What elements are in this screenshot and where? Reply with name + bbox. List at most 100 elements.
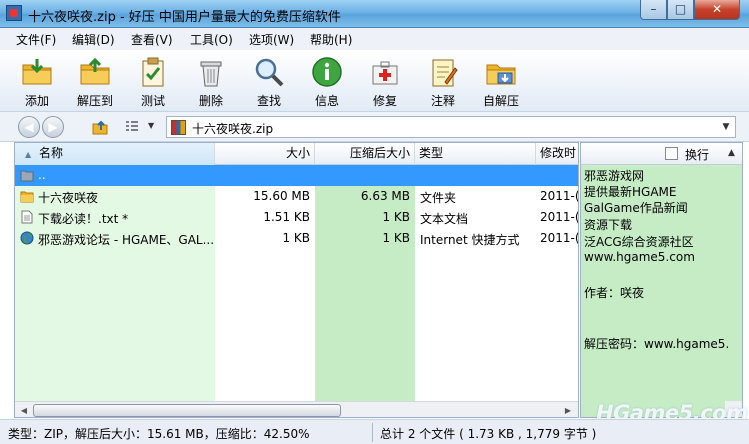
file-size: 1 KB — [282, 231, 310, 245]
menu-bar: 文件(F) 编辑(D) 查看(V) 工具(O) 选项(W) 帮助(H) — [0, 28, 749, 50]
notepad-icon — [432, 59, 458, 87]
info-label: 信息 — [314, 94, 339, 108]
toolbar: 添加 解压到 测试 删除 查找 信息 修复 注释 自解压 — [0, 50, 749, 112]
status-totals: 总计 2 个文件 ( 1.73 KB , 1,779 字节 ) — [380, 427, 597, 441]
trash-icon — [200, 61, 222, 87]
find-label: 查找 — [256, 94, 281, 108]
file-type: 文本文档 — [420, 212, 469, 226]
comment-line: www.hgame5.com — [584, 250, 695, 264]
column-header-packed[interactable]: 压缩后大小 — [315, 143, 415, 165]
status-divider — [372, 423, 373, 442]
zip-archive-icon — [171, 120, 186, 135]
address-field[interactable]: 十六夜咲夜.zip ▼ — [166, 116, 736, 138]
folder-icon — [20, 191, 34, 203]
scroll-right-icon[interactable]: ▶ — [560, 403, 576, 417]
collapse-arrow-icon[interactable]: ▲ — [728, 148, 735, 158]
menu-help[interactable]: 帮助(H) — [310, 31, 352, 48]
list-header: ▲ 名称 大小 压缩后大小 类型 修改时 — [15, 143, 578, 165]
menu-edit[interactable]: 编辑(D) — [72, 31, 115, 48]
haozip-app-icon — [6, 5, 22, 21]
add-button[interactable]: 添加 — [14, 54, 60, 110]
file-name: 十六夜咲夜 — [38, 191, 99, 205]
wrap-label: 换行 — [685, 148, 710, 162]
repair-label: 修复 — [372, 94, 397, 108]
find-button[interactable]: 查找 — [246, 54, 292, 110]
comment-line: 解压密码：www.hgame5. — [584, 337, 730, 351]
extract-to-button[interactable]: 解压到 — [72, 54, 118, 110]
menu-view[interactable]: 查看(V) — [131, 31, 173, 48]
close-button[interactable]: ✕ — [694, 0, 740, 20]
comment-line: GalGame作品新闻 — [584, 201, 688, 215]
file-size: 15.60 MB — [253, 189, 310, 203]
file-type: Internet 快捷方式 — [420, 233, 520, 247]
window-title: 十六夜咲夜.zip - 好压 中国用户量最大的免费压缩软件 — [28, 10, 341, 25]
column-header-size[interactable]: 大小 — [215, 143, 315, 165]
back-button[interactable]: ◀ — [18, 116, 40, 138]
scroll-left-icon[interactable]: ◀ — [16, 403, 32, 417]
maximize-button[interactable]: □ — [667, 0, 694, 20]
view-mode-icon[interactable] — [124, 119, 140, 135]
file-name: .. — [38, 168, 46, 182]
address-dropdown-icon[interactable]: ▼ — [719, 119, 733, 135]
comment-button[interactable]: 注释 — [420, 54, 466, 110]
view-mode-dropdown-icon[interactable]: ▼ — [148, 121, 154, 130]
file-list: ▲ 名称 大小 压缩后大小 类型 修改时 .. 十六夜咲夜 15.60 MB 6… — [14, 142, 579, 418]
address-path: 十六夜咲夜.zip — [192, 122, 274, 136]
list-item-txt[interactable]: 下载必读！.txt * 1.51 KB 1 KB 文本文档 2011-( — [15, 207, 578, 228]
first-aid-kit-icon — [372, 61, 398, 85]
self-extract-folder-icon — [486, 64, 516, 85]
forward-button[interactable]: ▶ — [42, 116, 64, 138]
menu-options[interactable]: 选项(W) — [249, 31, 294, 48]
menu-tools[interactable]: 工具(O) — [190, 31, 233, 48]
menu-file[interactable]: 文件(F) — [16, 31, 56, 48]
file-size: 1.51 KB — [263, 210, 310, 224]
test-button[interactable]: 测试 — [130, 54, 176, 110]
repair-button[interactable]: 修复 — [362, 54, 408, 110]
comment-line: 泛ACG综合资源社区 — [584, 235, 694, 249]
extract-folder-icon — [80, 57, 110, 85]
file-packed-size: 1 KB — [382, 210, 410, 224]
wrap-checkbox[interactable] — [665, 147, 678, 160]
comment-line: 邪恶游戏网 — [584, 169, 645, 183]
file-modified: 2011-( — [540, 231, 579, 245]
add-folder-icon — [22, 59, 52, 85]
info-button[interactable]: 信息 — [304, 54, 350, 110]
status-archive-info: 类型：ZIP，解压后大小：15.61 MB，压缩比：42.50% — [8, 427, 310, 441]
file-name: 下载必读！.txt * — [38, 212, 129, 226]
parent-folder-icon — [20, 170, 34, 182]
comment-line: 资源下载 — [584, 218, 633, 232]
comment-panel: 换行 ▲ 邪恶游戏网 提供最新HGAME GalGame作品新闻 资源下载 泛A… — [580, 142, 743, 418]
column-header-type[interactable]: 类型 — [415, 143, 536, 165]
info-icon — [312, 57, 342, 87]
status-bar: 类型：ZIP，解压后大小：15.61 MB，压缩比：42.50% 总计 2 个文… — [0, 419, 749, 444]
minimize-button[interactable]: – — [640, 0, 667, 20]
add-label: 添加 — [24, 94, 49, 108]
self-extract-button[interactable]: 自解压 — [478, 54, 524, 110]
comment-line: 提供最新HGAME — [584, 185, 677, 199]
column-name-label: 名称 — [39, 146, 64, 160]
test-clipboard-icon — [142, 57, 164, 87]
up-folder-icon[interactable] — [92, 119, 108, 135]
file-name: 邪恶游戏论坛 - HGAME、GAL... — [38, 233, 213, 247]
comment-label: 注释 — [430, 94, 455, 108]
test-label: 测试 — [140, 94, 165, 108]
column-header-modified[interactable]: 修改时 — [536, 143, 578, 165]
list-item-parent[interactable]: .. — [15, 165, 578, 186]
horizontal-scrollbar[interactable]: ◀ ▶ — [15, 401, 578, 417]
comment-panel-header: 换行 ▲ — [581, 143, 742, 165]
file-packed-size: 1 KB — [382, 231, 410, 245]
delete-button[interactable]: 删除 — [188, 54, 234, 110]
column-header-name[interactable]: ▲ 名称 — [15, 143, 215, 165]
file-packed-size: 6.63 MB — [360, 189, 410, 203]
scrollbar-thumb[interactable] — [33, 404, 341, 417]
address-bar: ◀ ▶ ▼ 十六夜咲夜.zip ▼ — [0, 112, 749, 142]
file-modified: 2011-( — [540, 189, 579, 203]
comment-line: 作者：咲夜 — [584, 286, 645, 300]
sort-up-icon: ▲ — [25, 150, 32, 159]
extract-to-label: 解压到 — [76, 94, 113, 108]
delete-label: 删除 — [198, 94, 223, 108]
title-bar: 十六夜咲夜.zip - 好压 中国用户量最大的免费压缩软件 – □ ✕ — [0, 0, 749, 28]
list-item-folder[interactable]: 十六夜咲夜 15.60 MB 6.63 MB 文件夹 2011-( — [15, 186, 579, 207]
internet-shortcut-icon — [20, 231, 34, 245]
list-item-url[interactable]: 邪恶游戏论坛 - HGAME、GAL... 1 KB 1 KB Internet… — [15, 228, 579, 249]
